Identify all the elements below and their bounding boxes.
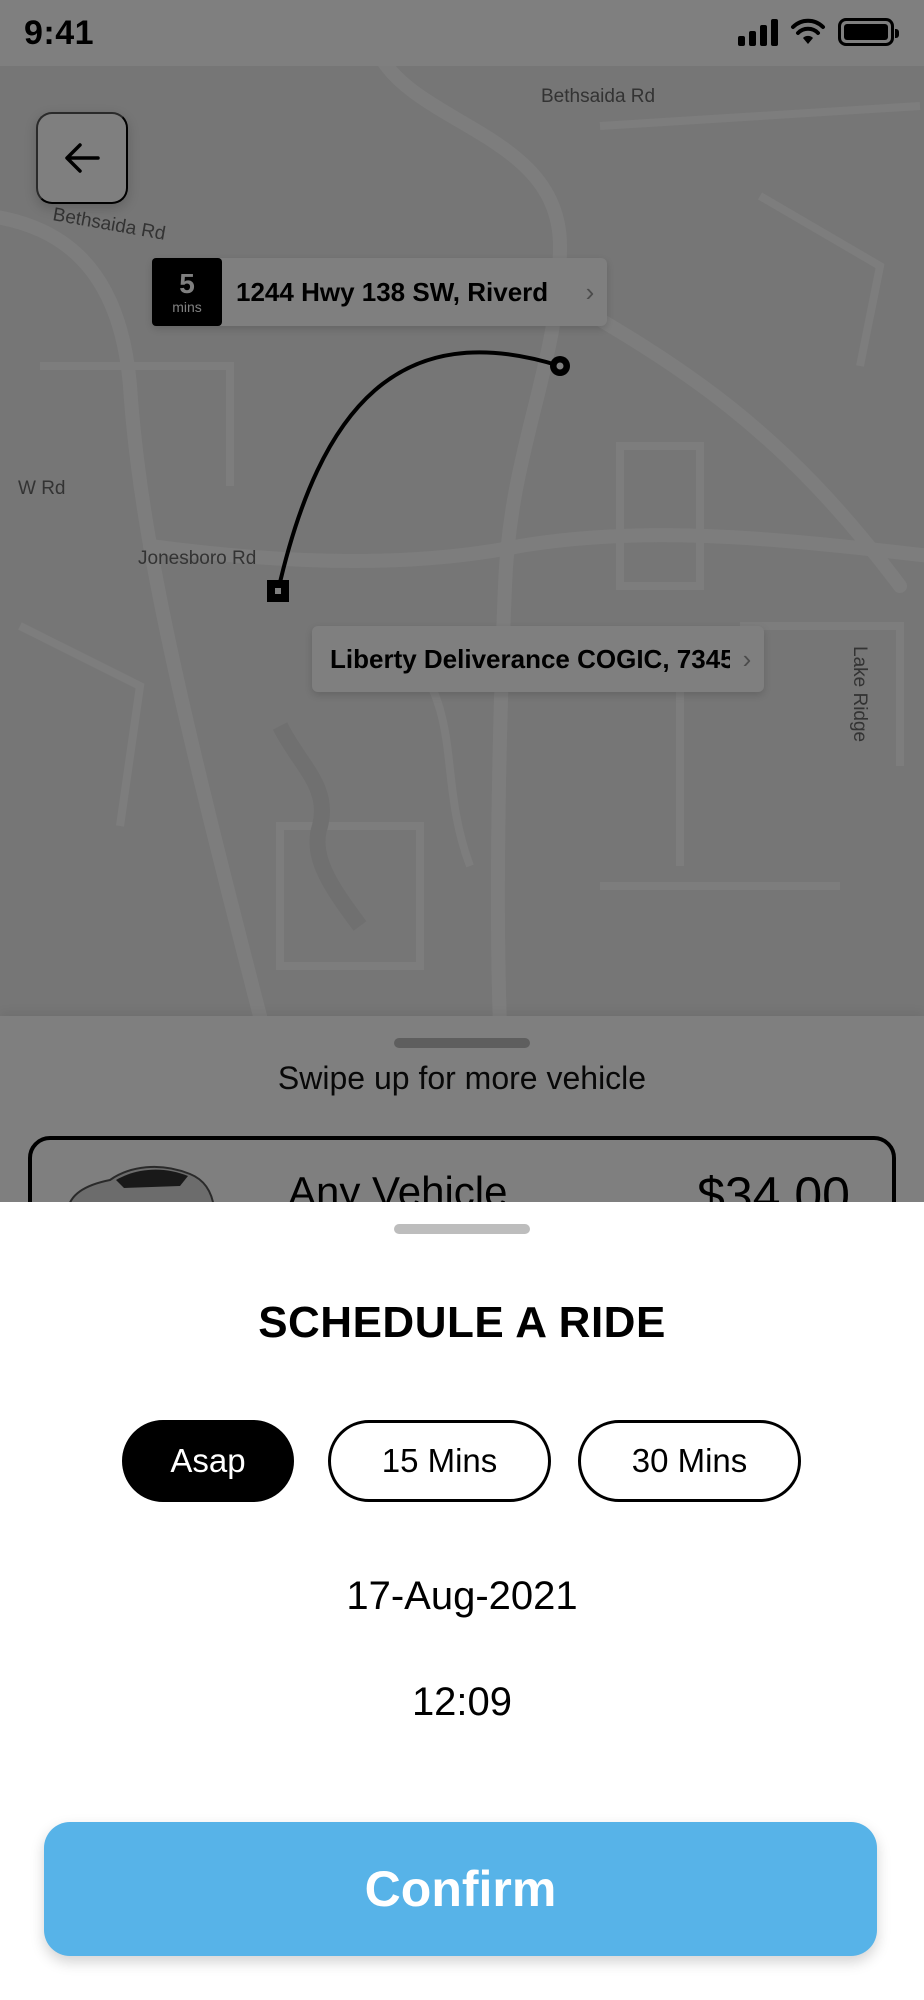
- confirm-button[interactable]: Confirm: [44, 1822, 877, 1956]
- ride-booking-screen: 9:41: [0, 0, 924, 2000]
- sheet-drag-handle[interactable]: [394, 1224, 530, 1234]
- schedule-ride-sheet: SCHEDULE A RIDE Asap 15 Mins 30 Mins 17-…: [0, 1202, 924, 2000]
- schedule-title: SCHEDULE A RIDE: [258, 1298, 666, 1347]
- date-picker[interactable]: 17-Aug-2021: [0, 1574, 924, 1619]
- option-asap-button[interactable]: Asap: [122, 1420, 294, 1502]
- schedule-options: Asap 15 Mins 30 Mins: [0, 1420, 924, 1502]
- option-30-mins-button[interactable]: 30 Mins: [578, 1420, 801, 1502]
- time-picker[interactable]: 12:09: [0, 1680, 924, 1725]
- option-15-mins-button[interactable]: 15 Mins: [328, 1420, 551, 1502]
- dim-overlay[interactable]: [0, 0, 924, 1202]
